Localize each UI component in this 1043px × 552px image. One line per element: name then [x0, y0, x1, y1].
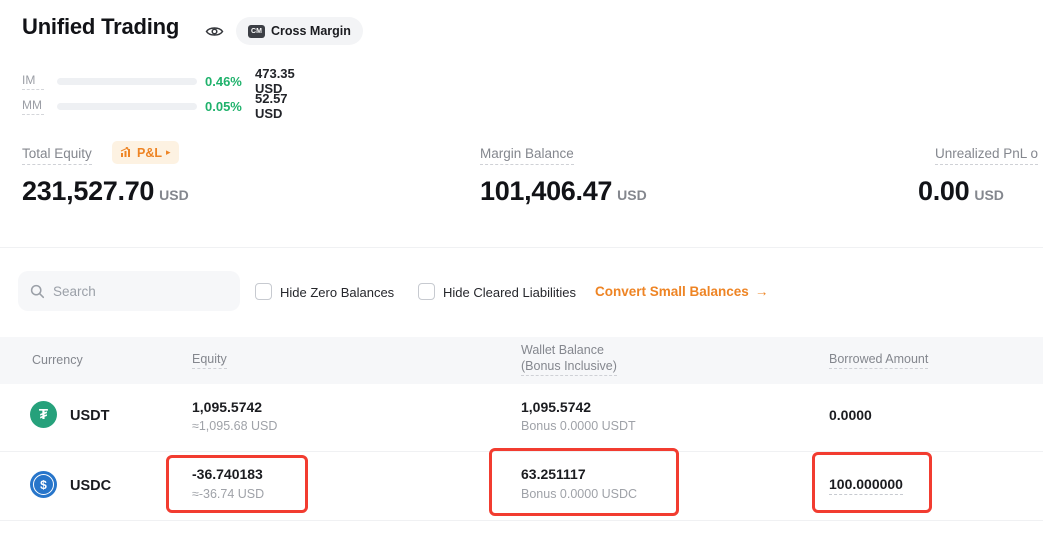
mm-label: MM	[22, 98, 44, 115]
initial-margin-row: IM 0.46% 473.35 USD	[22, 73, 44, 89]
hide-zero-balances-label[interactable]: Hide Zero Balances	[280, 285, 394, 300]
col-borrowed: Borrowed Amount	[829, 352, 928, 369]
highlight-box-usdc-wallet	[489, 448, 679, 516]
section-divider	[0, 247, 1043, 248]
cross-margin-label: Cross Margin	[271, 24, 351, 38]
total-equity-unit: USD	[159, 187, 189, 203]
usdt-borrowed: 0.0000	[829, 407, 872, 423]
cross-margin-badge[interactable]: CM Cross Margin	[236, 17, 363, 45]
usdt-symbol: USDT	[70, 408, 109, 424]
search-icon	[30, 284, 45, 299]
highlight-box-usdc-borrowed	[812, 452, 932, 513]
hide-cleared-liabilities-checkbox[interactable]	[418, 283, 435, 300]
total-equity-label: Total Equity	[22, 146, 92, 165]
table-header: Currency Equity Wallet Balance (Bonus In…	[0, 337, 1043, 384]
total-equity-value: 231,527.70USD	[22, 176, 189, 207]
hide-cleared-liabilities-label[interactable]: Hide Cleared Liabilities	[443, 285, 576, 300]
pnl-badge[interactable]: P&L ▸	[112, 141, 179, 164]
highlight-box-usdc-equity	[166, 455, 308, 513]
mm-percent: 0.05%	[205, 99, 242, 114]
page-title: Unified Trading	[22, 14, 179, 40]
im-label: IM	[22, 73, 44, 90]
search-input[interactable]	[53, 284, 223, 299]
margin-balance-label: Margin Balance	[480, 146, 574, 165]
unrealized-pnl-value: 0.00USD	[918, 176, 1004, 207]
usdc-icon: $	[30, 471, 57, 498]
search-box[interactable]	[18, 271, 240, 311]
im-progress-bar	[57, 78, 197, 85]
mm-amount: 52.57 USD	[255, 91, 288, 121]
usdt-wallet-bonus: Bonus 0.0000 USDT	[521, 419, 636, 433]
usdt-equity: 1,095.5742	[192, 399, 262, 415]
usdt-wallet-balance: 1,095.5742	[521, 399, 591, 415]
convert-small-balances-link[interactable]: Convert Small Balances →	[595, 284, 768, 299]
chart-icon	[120, 147, 133, 158]
col-equity: Equity	[192, 352, 227, 369]
usdt-icon: ₮	[30, 401, 57, 428]
col-currency: Currency	[32, 353, 83, 367]
pnl-badge-label: P&L	[137, 146, 162, 160]
im-percent: 0.46%	[205, 74, 242, 89]
caret-right-icon: ▸	[166, 147, 171, 158]
unrealized-pnl-label: Unrealized PnL o	[935, 146, 1038, 165]
mm-progress-bar	[57, 103, 197, 110]
margin-balance-unit: USD	[617, 187, 647, 203]
visibility-eye-icon[interactable]	[205, 24, 224, 44]
margin-balance-value: 101,406.47USD	[480, 176, 647, 207]
usdc-symbol: USDC	[70, 478, 111, 494]
arrow-right-icon: →	[755, 284, 769, 299]
col-wallet-line1: Wallet Balance	[521, 343, 604, 357]
usdt-equity-usd: ≈1,095.68 USD	[192, 419, 277, 433]
unrealized-pnl-unit: USD	[974, 187, 1004, 203]
maintenance-margin-row: MM 0.05% 52.57 USD	[22, 98, 44, 114]
col-wallet-line2: (Bonus Inclusive)	[521, 359, 617, 376]
unified-trading-panel: Unified Trading CM Cross Margin IM 0.46%…	[0, 0, 1043, 552]
cross-margin-icon: CM	[248, 25, 265, 38]
bottom-divider	[0, 520, 1043, 521]
hide-zero-balances-checkbox[interactable]	[255, 283, 272, 300]
